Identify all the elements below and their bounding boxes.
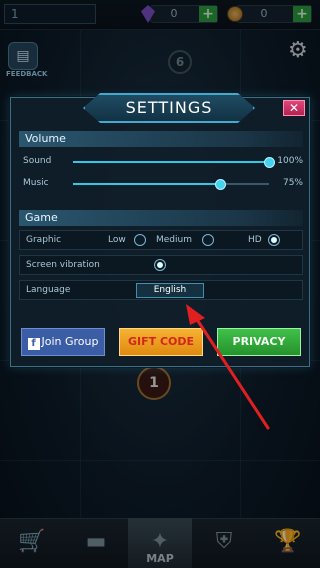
music-label: Music bbox=[23, 178, 49, 188]
sound-label: Sound bbox=[23, 156, 52, 166]
join-group-label: Join Group bbox=[41, 335, 99, 348]
game-section-header: Game bbox=[19, 210, 303, 226]
music-slider-row: Music 75% bbox=[19, 174, 303, 194]
graphic-option-low-label: Low bbox=[108, 235, 126, 245]
close-button[interactable]: ✕ bbox=[283, 100, 305, 116]
dialog-title: SETTINGS bbox=[83, 93, 255, 123]
music-value: 75% bbox=[282, 178, 303, 188]
language-row: Language English bbox=[19, 280, 303, 300]
graphic-label: Graphic bbox=[26, 235, 62, 245]
facebook-icon: f bbox=[27, 338, 40, 350]
settings-dialog: SETTINGS ✕ Volume Sound 100% Music 75% G… bbox=[10, 93, 310, 367]
sound-slider[interactable] bbox=[73, 157, 275, 168]
graphic-hd-radio[interactable] bbox=[268, 234, 280, 246]
vibration-label: Screen vibration bbox=[26, 260, 100, 270]
vibration-toggle[interactable] bbox=[154, 259, 166, 271]
language-select[interactable]: English bbox=[136, 283, 204, 298]
graphic-row: Graphic Low Medium HD bbox=[19, 230, 303, 250]
graphic-option-medium-label: Medium bbox=[156, 235, 192, 245]
sound-value: 100% bbox=[277, 156, 303, 166]
music-slider-handle[interactable] bbox=[215, 179, 226, 190]
graphic-medium-radio[interactable] bbox=[202, 234, 214, 246]
join-group-button[interactable]: f Join Group bbox=[21, 328, 105, 356]
music-slider[interactable] bbox=[73, 179, 269, 190]
sound-slider-fill bbox=[73, 161, 269, 163]
music-slider-fill bbox=[73, 183, 220, 185]
volume-section-header: Volume bbox=[19, 131, 303, 147]
graphic-low-radio[interactable] bbox=[134, 234, 146, 246]
gift-code-button[interactable]: GIFT CODE bbox=[119, 328, 203, 356]
graphic-option-hd-label: HD bbox=[248, 235, 262, 245]
language-label: Language bbox=[26, 285, 71, 295]
vibration-row: Screen vibration bbox=[19, 255, 303, 275]
sound-slider-row: Sound 100% bbox=[19, 152, 303, 172]
privacy-button[interactable]: PRIVACY bbox=[217, 328, 301, 356]
